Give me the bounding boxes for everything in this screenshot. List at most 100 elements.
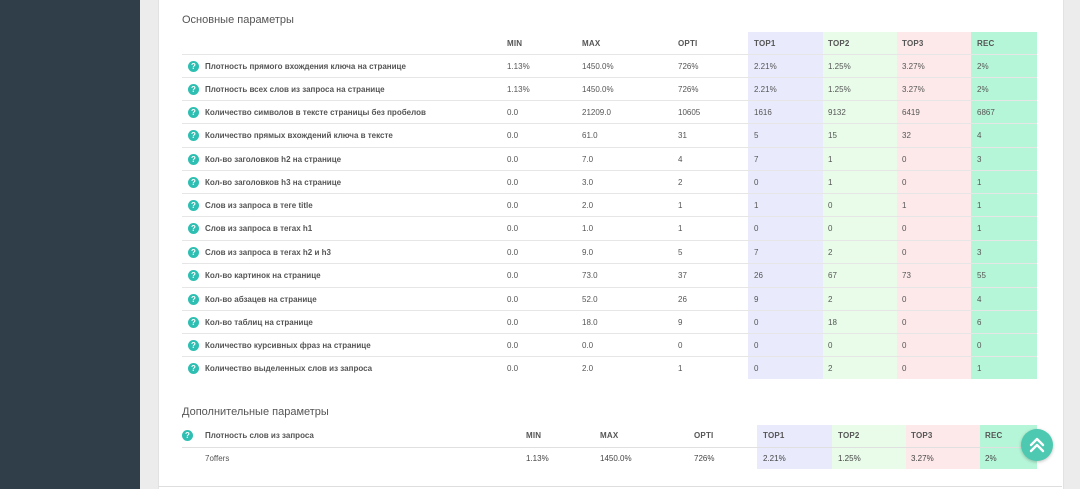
table-row: ? Плотность всех слов из запроса на стра… [182,77,1037,101]
cell-top1: 2.21% [754,62,777,71]
header-opti: OPTI [694,431,714,440]
cell-rec: 2% [985,454,997,463]
header-rec: REC [977,39,995,48]
header-rec: REC [985,431,1003,440]
cell-min: 0.0 [507,224,519,233]
row-label: Плотность всех слов из запроса на страни… [205,85,385,94]
cell-top3: 73 [902,271,911,280]
cell-rec: 3 [977,155,982,164]
cell-top3: 1 [902,201,907,210]
table-row: ? Кол-во заголовков h2 на странице 0.0 7… [182,147,1037,171]
cell-max: 2.0 [582,201,594,210]
help-circle-icon[interactable]: ? [188,61,199,72]
cell-max: 73.0 [582,271,598,280]
cell-min: 0.0 [507,341,519,350]
row-label: Кол-во картинок на странице [205,271,321,280]
header-top1: TOP1 [763,431,785,440]
cell-top2: 2 [828,364,833,373]
cell-opti: 1 [678,224,683,233]
table-row: ? Кол-во картинок на странице 0.0 73.0 3… [182,263,1037,287]
table-row: ? Количество курсивных фраз на странице … [182,333,1037,357]
header-opti: OPTI [678,39,698,48]
cell-max: 61.0 [582,131,598,140]
left-sidebar [0,0,140,489]
extra-header-label: Плотность слов из запроса [205,431,314,440]
header-top3: TOP3 [911,431,933,440]
cell-max: 52.0 [582,295,598,304]
scroll-to-top-button[interactable] [1021,429,1053,461]
cell-top1: 9 [754,295,759,304]
extra-section-title: Дополнительные параметры [182,406,329,418]
help-circle-icon[interactable]: ? [188,363,199,374]
cell-min: 0.0 [507,295,519,304]
help-circle-icon[interactable]: ? [188,84,199,95]
help-circle-icon[interactable]: ? [188,223,199,234]
cell-top2: 1.25% [838,454,861,463]
cell-top3: 3.27% [902,85,925,94]
help-circle-icon[interactable]: ? [188,317,199,328]
cell-rec: 55 [977,271,986,280]
cell-top1: 0 [754,178,759,187]
cell-top3: 0 [902,155,907,164]
cell-top3: 0 [902,224,907,233]
cell-rec: 2% [977,62,989,71]
row-label: Количество прямых вхождений ключа в текс… [205,131,393,140]
row-label: Слов из запроса в тегах h1 [205,224,313,233]
cell-top1: 7 [754,155,759,164]
cell-min: 0.0 [507,108,519,117]
cell-top3: 0 [902,295,907,304]
help-circle-icon[interactable]: ? [188,154,199,165]
cell-max: 1450.0% [582,85,614,94]
cell-max: 2.0 [582,364,594,373]
cell-max: 1450.0% [582,62,614,71]
cell-top2: 18 [828,318,837,327]
cell-opti: 1 [678,201,683,210]
cell-top1: 1 [754,201,759,210]
cell-rec: 3 [977,248,982,257]
header-max: MAX [582,39,601,48]
cell-top3: 0 [902,248,907,257]
extra-table-header: ? Плотность слов из запроса MIN MAX OPTI… [182,425,1037,448]
cell-opti: 37 [678,271,687,280]
cell-rec: 6867 [977,108,995,117]
cell-rec: 0 [977,341,982,350]
help-circle-icon[interactable]: ? [188,247,199,258]
cell-max: 1450.0% [600,454,632,463]
table-row: ? Количество выделенных слов из запроса … [182,356,1037,380]
cell-opti: 10605 [678,108,701,117]
cell-rec: 4 [977,131,982,140]
cell-top3: 0 [902,318,907,327]
cell-top2: 0 [828,224,833,233]
header-top1: TOP1 [754,39,776,48]
help-circle-icon[interactable]: ? [188,107,199,118]
cell-top2: 0 [828,201,833,210]
cell-min: 0.0 [507,364,519,373]
cell-top1: 2.21% [754,85,777,94]
cell-max: 7.0 [582,155,594,164]
cell-min: 0.0 [507,201,519,210]
row-label: 7offers [205,454,230,463]
row-label: Количество курсивных фраз на странице [205,341,371,350]
help-circle-icon[interactable]: ? [188,177,199,188]
main-section-title: Основные параметры [182,14,294,26]
cell-top3: 0 [902,341,907,350]
help-circle-icon[interactable]: ? [188,270,199,281]
cell-rec: 1 [977,224,982,233]
help-circle-icon[interactable]: ? [188,200,199,211]
help-circle-icon[interactable]: ? [188,294,199,305]
double-chevron-up-icon [1029,437,1045,453]
table-row: ? Слов из запроса в тегах h2 и h3 0.0 9.… [182,240,1037,264]
cell-top2: 1 [828,155,833,164]
cell-max: 18.0 [582,318,598,327]
row-label: Плотность прямого вхождения ключа на стр… [205,62,406,71]
help-circle-icon[interactable]: ? [188,340,199,351]
cell-top3: 3.27% [911,454,934,463]
cell-opti: 31 [678,131,687,140]
help-circle-icon[interactable]: ? [182,430,193,441]
cell-rec: 2% [977,85,989,94]
cell-max: 9.0 [582,248,594,257]
cell-min: 0.0 [507,318,519,327]
help-circle-icon[interactable]: ? [188,130,199,141]
cell-top2: 2 [828,248,833,257]
cell-min: 1.13% [507,85,530,94]
